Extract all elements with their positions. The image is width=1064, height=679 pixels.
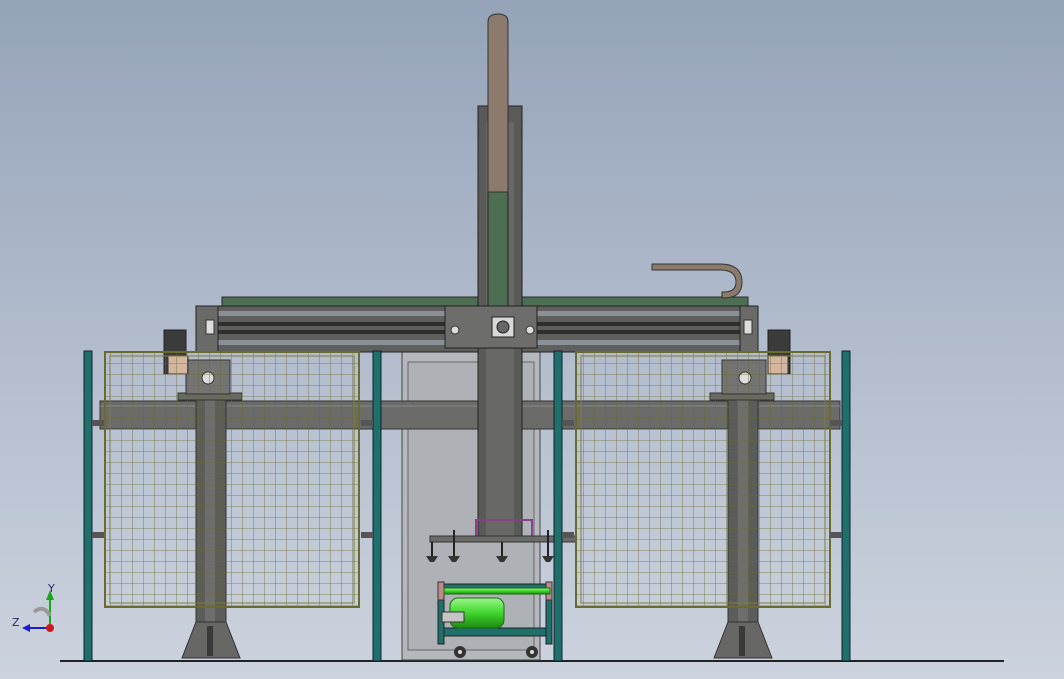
fence-post: [83, 350, 93, 662]
cable-carrier: [651, 263, 743, 299]
axis-triad: Y Z: [12, 582, 55, 632]
fence-post: [553, 350, 563, 662]
gantry-robot-model: Y Z: [12, 13, 1004, 662]
triad-z-label: Z: [12, 616, 20, 629]
cad-viewport[interactable]: Y Z: [0, 0, 1064, 679]
fence-post: [841, 350, 851, 662]
right-fence-panel: [575, 351, 831, 608]
fence-post: [372, 350, 382, 662]
left-fence-panel: [104, 351, 360, 608]
x-axis-dot: [46, 624, 54, 632]
triad-y-label: Y: [47, 582, 55, 595]
